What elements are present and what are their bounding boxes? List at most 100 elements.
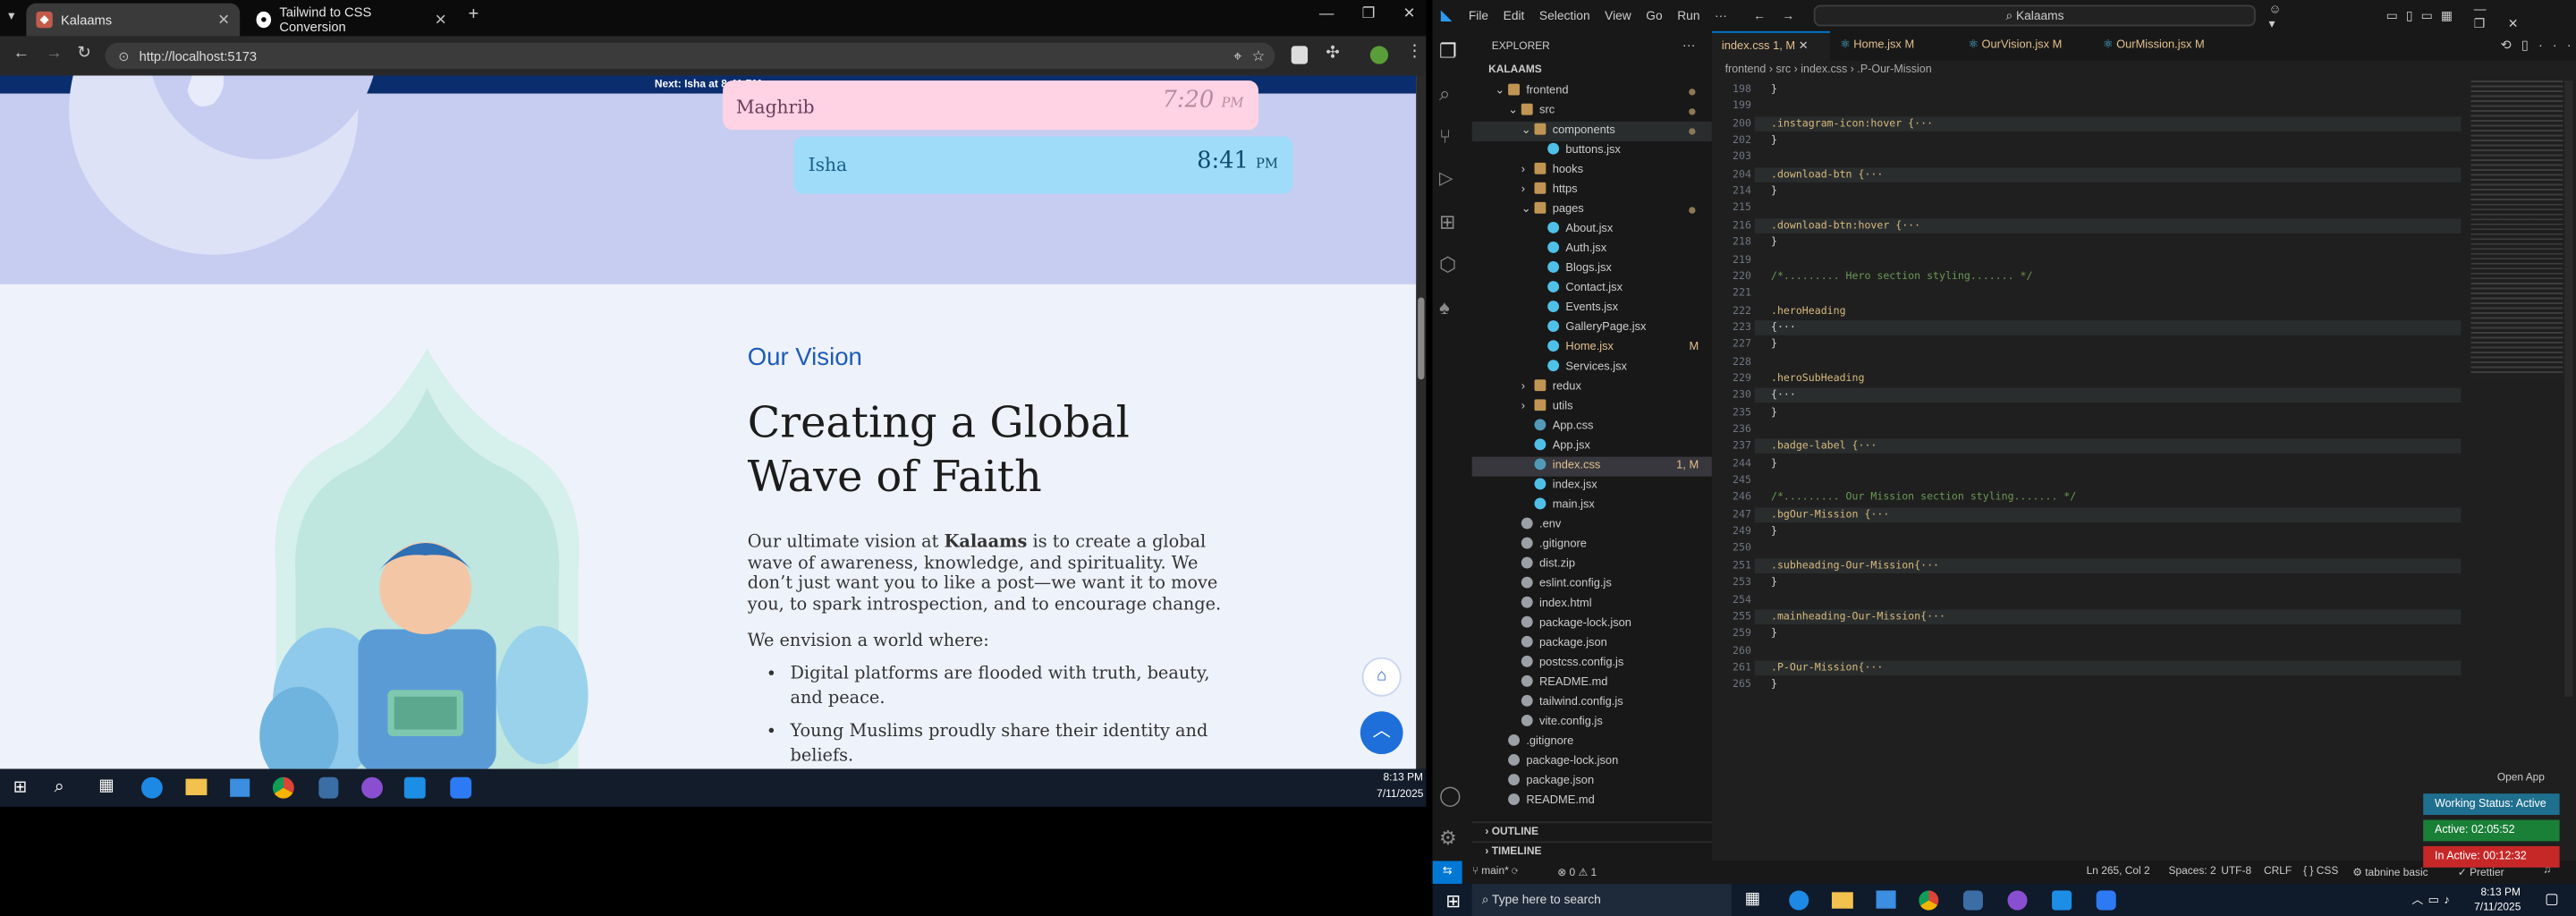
browser-tab-tailwind[interactable]: ● Tailwind to CSS Conversion ✕ [247, 4, 457, 37]
tree-item[interactable]: ⌄ frontend [1472, 82, 1712, 102]
encoding[interactable]: UTF-8 [2221, 866, 2251, 878]
copilot-icon[interactable]: ☺▾ [2269, 1, 2288, 30]
tree-item[interactable]: › utils [1472, 397, 1712, 417]
tree-item[interactable]: › hooks [1472, 161, 1712, 181]
tree-item[interactable]: Services.jsx [1472, 358, 1712, 377]
breadcrumb-item[interactable]: frontend [1725, 64, 1767, 76]
chrome-app-icon[interactable] [1919, 890, 1939, 911]
tree-item[interactable]: index.html [1472, 595, 1712, 615]
tree-item[interactable]: ⌄ src [1472, 102, 1712, 122]
nav-forward-icon[interactable]: → [1782, 8, 1794, 23]
tree-item[interactable]: README.md [1472, 792, 1712, 811]
store-icon[interactable] [1876, 890, 1896, 909]
task-view-icon[interactable]: ▦ [1745, 891, 1760, 909]
forward-icon[interactable]: → [46, 45, 62, 63]
task-view-icon[interactable]: ▦ [98, 777, 114, 795]
tree-item[interactable]: GalleryPage.jsx [1472, 318, 1712, 338]
tree-item[interactable]: main.jsx [1472, 496, 1712, 516]
window-controls[interactable]: —❐✕ [2474, 1, 2576, 30]
timeline-panel[interactable]: › TIMELINE [1471, 841, 1712, 862]
app-icon[interactable] [1962, 890, 1983, 911]
remote-indicator[interactable]: ⇆ [1432, 861, 1462, 885]
tab-ourmission-jsx[interactable]: ⚛ OurMission.jsx M [2093, 31, 2231, 61]
breadcrumb-item[interactable]: .P-Our-Mission [1857, 64, 1931, 76]
chrome-menu-icon[interactable]: ⋮ [1406, 43, 1422, 61]
maximize-icon[interactable]: ❐ [1362, 5, 1376, 23]
menu-file[interactable]: File [1469, 8, 1488, 23]
mongodb-icon[interactable]: ♠ [1439, 296, 1465, 322]
menu-go[interactable]: Go [1646, 8, 1662, 23]
tree-item[interactable]: package-lock.json [1472, 615, 1712, 634]
run-debug-icon[interactable]: ▷ [1439, 167, 1465, 193]
layout-icons[interactable]: ▭▯▭▦ [2386, 8, 2461, 23]
tree-item[interactable]: › redux [1472, 377, 1712, 397]
tree-item[interactable]: About.jsx [1472, 220, 1712, 240]
url-bar[interactable]: ⊙ http://localhost:5173 ⌖ ☆ [105, 42, 1275, 70]
menu-view[interactable]: View [1605, 8, 1631, 23]
location-icon[interactable]: ⌖ [1233, 47, 1241, 64]
tree-item[interactable]: App.css [1472, 418, 1712, 437]
extensions-icon[interactable]: ⊞ [1439, 210, 1465, 236]
tree-item[interactable]: App.jsx [1472, 437, 1712, 457]
breadcrumb-item[interactable]: index.css [1801, 64, 1847, 76]
prettier-status[interactable]: ✓ Prettier [2458, 866, 2504, 879]
tabnine-status[interactable]: ⚙ tabnine basic [2352, 866, 2428, 879]
indentation[interactable]: Spaces: 2 [2168, 866, 2216, 878]
nav-back-icon[interactable]: ← [1753, 8, 1766, 23]
vscode-app-icon[interactable] [2052, 890, 2072, 911]
close-tab-icon[interactable]: ✕ [1799, 41, 1809, 53]
store-icon[interactable] [230, 778, 250, 797]
page-scrollbar[interactable] [1416, 75, 1427, 769]
scroll-to-top-button[interactable]: ︿ [1360, 711, 1403, 755]
menu-edit[interactable]: Edit [1504, 8, 1525, 23]
floating-prayer-button[interactable]: ⌂ [1361, 657, 1402, 697]
tree-item[interactable]: tailwind.config.js [1472, 693, 1712, 713]
cursor-position[interactable]: Ln 265, Col 2 [2087, 866, 2150, 878]
tree-item[interactable]: Auth.jsx [1472, 240, 1712, 259]
tree-item[interactable]: › https [1472, 181, 1712, 200]
tree-item[interactable]: index.jsx [1472, 477, 1712, 496]
zoom-icon[interactable] [450, 776, 472, 799]
start-icon[interactable]: ⊞ [1445, 891, 1461, 912]
problems-indicator[interactable]: ⊗ 0 ⚠ 1 [1557, 866, 1597, 879]
notification-icon[interactable]: ▢ [2545, 891, 2559, 909]
tree-item[interactable]: ⌄ pages [1472, 200, 1712, 220]
account-icon[interactable]: ◯ [1439, 784, 1465, 810]
menu-more[interactable]: ··· [1715, 8, 1727, 23]
breadcrumb-item[interactable]: src [1776, 64, 1792, 76]
chrome-app-icon[interactable] [272, 776, 294, 799]
edge-icon[interactable] [1789, 890, 1809, 911]
tree-item[interactable]: README.md [1472, 674, 1712, 693]
system-tray-icons[interactable]: ︿▭♪ [2411, 892, 2454, 908]
github-desktop-icon[interactable] [2007, 890, 2028, 911]
app-icon[interactable] [318, 776, 339, 799]
tree-item[interactable]: Home.jsx M [1472, 338, 1712, 358]
site-info-icon[interactable]: ⊙ [118, 48, 129, 64]
search-view-icon[interactable]: ⌕ [1439, 82, 1465, 108]
branch-indicator[interactable]: ⑂ main* ⟳ [1472, 866, 1519, 878]
close-tab-icon[interactable]: ✕ [435, 11, 447, 29]
tree-item[interactable]: .gitignore [1472, 733, 1712, 752]
explorer-icon[interactable]: ❐ [1439, 39, 1465, 65]
search-icon[interactable]: ⌕ [55, 777, 64, 799]
taskbar-search-box[interactable]: ⌕ Type here to search [1471, 884, 1732, 916]
reload-icon[interactable]: ↻ [77, 45, 90, 63]
vscode-app-icon[interactable] [403, 776, 426, 799]
github-desktop-icon[interactable] [361, 776, 383, 799]
tree-item[interactable]: package.json [1472, 634, 1712, 654]
remote-explorer-icon[interactable]: ⬡ [1439, 253, 1465, 279]
file-explorer-icon[interactable] [185, 778, 208, 795]
tab-home-jsx[interactable]: ⚛ Home.jsx M [1830, 31, 1958, 61]
scrollbar-thumb[interactable] [1418, 297, 1425, 380]
tree-item[interactable]: Blogs.jsx [1472, 259, 1712, 279]
root-folder[interactable]: KALAAMS [1488, 64, 1542, 76]
editor-actions-icon[interactable]: ⟲▯··· [2501, 38, 2576, 53]
close-tab-icon[interactable]: ✕ [217, 11, 230, 29]
tab-ourvision-jsx[interactable]: ⚛ OurVision.jsx M [1958, 31, 2093, 61]
tree-item[interactable]: Contact.jsx [1472, 279, 1712, 299]
explorer-more-icon[interactable]: ··· [1682, 38, 1696, 53]
minimize-icon[interactable]: — [1319, 5, 1335, 21]
browser-tab-kalaams[interactable]: ◆ Kalaams ✕ [26, 3, 241, 37]
tree-item[interactable]: .env [1472, 516, 1712, 536]
tree-item[interactable]: Events.jsx [1472, 299, 1712, 318]
